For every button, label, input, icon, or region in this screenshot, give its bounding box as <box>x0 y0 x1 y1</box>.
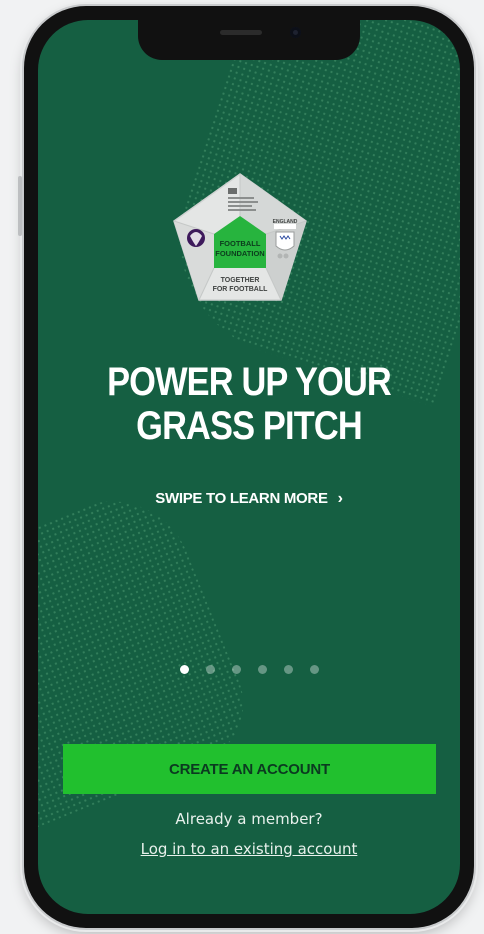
page: FOOTBALL FOUNDATION TOGETHER FOR FOOTBAL… <box>0 0 484 934</box>
phone-notch <box>138 20 360 60</box>
pager-dot[interactable] <box>205 665 215 674</box>
phone-frame: FOOTBALL FOUNDATION TOGETHER FOR FOOTBAL… <box>18 6 474 928</box>
swipe-label: SWIPE TO LEARN MORE <box>155 490 328 507</box>
login-existing-account-link[interactable]: Log in to an existing account <box>38 840 460 858</box>
pager-dot[interactable] <box>283 665 293 674</box>
create-account-button[interactable]: CREATE AN ACCOUNT <box>63 744 436 794</box>
football-foundation-logo: FOOTBALL FOUNDATION TOGETHER FOR FOOTBAL… <box>173 173 307 301</box>
logo-bottom-line2: FOR FOOTBALL <box>213 286 269 293</box>
chevron-right-icon: › <box>337 490 343 507</box>
logo-bottom-line1: TOGETHER <box>221 277 260 284</box>
speaker-grille <box>220 30 262 35</box>
logo-center-line2: FOUNDATION <box>215 249 264 258</box>
already-member-text: Already a member? <box>175 810 323 828</box>
pager-dot[interactable] <box>179 665 189 674</box>
hero-headline: POWER UP YOUR GRASS PITCH <box>68 360 431 448</box>
logo-right-text: ENGLAND <box>273 219 298 225</box>
camera-icon <box>290 27 301 38</box>
app-screen: FOOTBALL FOUNDATION TOGETHER FOR FOOTBAL… <box>38 20 460 914</box>
pager-dot[interactable] <box>257 665 267 674</box>
pager-dot[interactable] <box>231 665 241 674</box>
hero-headline-line2: GRASS PITCH <box>136 404 362 448</box>
pager-dot[interactable] <box>309 665 319 674</box>
swipe-to-learn-more-link[interactable]: SWIPE TO LEARN MORE › <box>38 490 460 508</box>
hero-headline-line1: POWER UP YOUR <box>107 360 392 404</box>
logo-center-line1: FOOTBALL <box>220 239 261 248</box>
carousel-pager <box>38 665 460 674</box>
